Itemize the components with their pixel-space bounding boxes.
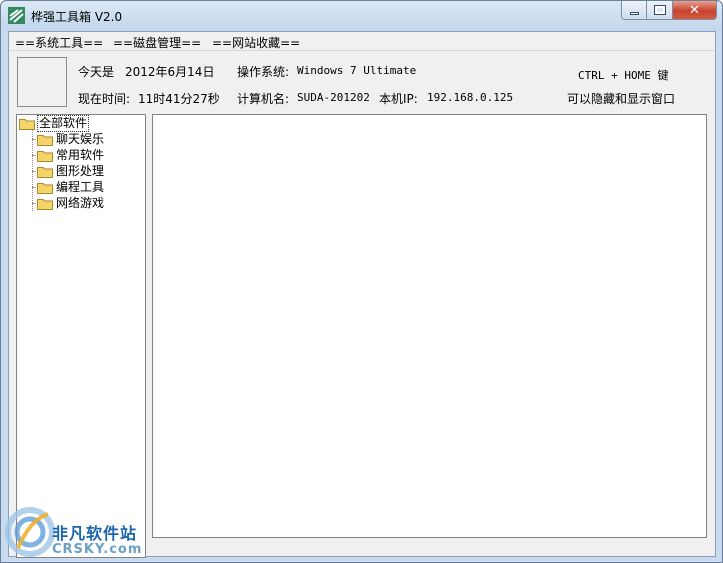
- tree-node-label: 网络游戏: [56, 196, 105, 210]
- tree-node-label: 聊天娱乐: [56, 132, 105, 146]
- tree-node-chat-entertainment[interactable]: 聊天娱乐: [37, 132, 105, 147]
- menu-disk-management[interactable]: ==磁盘管理==: [113, 34, 201, 51]
- logo-placeholder: [17, 57, 67, 107]
- tree-node-label: 全部软件: [37, 115, 90, 132]
- minimize-button[interactable]: [621, 1, 647, 20]
- folder-icon: [37, 198, 53, 210]
- menu-bar: ==系统工具== ==磁盘管理== ==网站收藏==: [9, 32, 715, 51]
- window-title: 桦强工具箱 V2.0: [31, 10, 123, 24]
- computer-value: SUDA-201202: [297, 91, 370, 104]
- tree-node-all-software[interactable]: 全部软件: [19, 115, 90, 132]
- folder-icon: [37, 166, 53, 178]
- maximize-icon: [653, 5, 666, 15]
- time-value: 11时41分27秒: [138, 92, 220, 106]
- tree-node-label: 图形处理: [56, 164, 105, 178]
- computer-label: 计算机名:: [237, 92, 290, 106]
- tree-node-label: 编程工具: [56, 180, 105, 194]
- tree-node-graphics[interactable]: 图形处理: [37, 164, 105, 179]
- app-window: 桦强工具箱 V2.0 ✕ ==系统工具== ==磁盘管理== ==网站收藏== …: [0, 0, 723, 563]
- menu-system-tools[interactable]: ==系统工具==: [15, 34, 103, 51]
- folder-icon: [37, 150, 53, 162]
- folder-icon: [37, 182, 53, 194]
- watermark-text-cn: 非凡软件站: [52, 524, 138, 543]
- folder-icon: [37, 134, 53, 146]
- software-list-pane[interactable]: [152, 114, 707, 538]
- hotkey-text: CTRL + HOME 键: [578, 69, 669, 82]
- os-value: Windows 7 Ultimate: [297, 64, 417, 77]
- close-icon: ✕: [689, 2, 700, 18]
- window-controls: ✕: [621, 1, 717, 20]
- hotkey-hint: 可以隐藏和显示窗口: [567, 92, 676, 106]
- close-button[interactable]: ✕: [673, 1, 717, 20]
- tree-node-online-games[interactable]: 网络游戏: [37, 196, 105, 211]
- ip-value: 192.168.0.125: [427, 91, 514, 104]
- os-label: 操作系统:: [237, 65, 290, 79]
- today-label: 今天是: [78, 65, 115, 79]
- info-panel: 今天是 2012年6月14日 现在时间: 11时41分27秒 操作系统: Win…: [9, 52, 715, 112]
- ip-label: 本机IP:: [379, 92, 418, 106]
- watermark-text-en: CRSKY.com: [52, 542, 143, 557]
- tree-node-label: 常用软件: [56, 148, 105, 162]
- time-label: 现在时间:: [78, 92, 131, 106]
- today-value: 2012年6月14日: [125, 65, 215, 79]
- title-bar[interactable]: 桦强工具箱 V2.0 ✕: [1, 1, 722, 31]
- app-icon: [8, 7, 25, 24]
- software-tree[interactable]: 全部软件 聊天娱乐 常用软件 图形处理 编程工具 网络游戏: [16, 114, 146, 558]
- minimize-icon: [629, 11, 639, 15]
- client-area: ==系统工具== ==磁盘管理== ==网站收藏== 今天是 2012年6月14…: [8, 31, 716, 558]
- folder-icon: [19, 118, 35, 130]
- tree-node-programming-tools[interactable]: 编程工具: [37, 180, 105, 195]
- menu-website-favorites[interactable]: ==网站收藏==: [212, 34, 300, 51]
- tree-node-common-software[interactable]: 常用软件: [37, 148, 105, 163]
- maximize-button[interactable]: [647, 1, 673, 20]
